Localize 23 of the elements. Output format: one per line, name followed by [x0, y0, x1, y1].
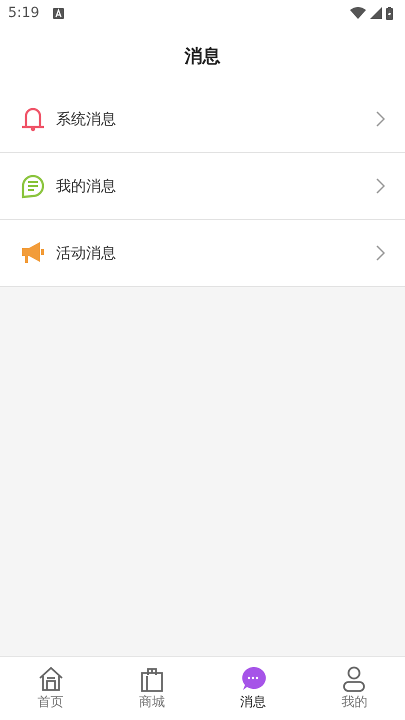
tab-bar-item[interactable]: 商城 — [101, 657, 202, 720]
user-icon — [341, 666, 368, 692]
message-category-item[interactable]: 系统消息 — [0, 86, 405, 153]
chevron-right-icon — [376, 111, 385, 127]
page-title: 消息 — [184, 45, 220, 68]
wifi-icon — [350, 7, 366, 19]
signal-icon — [370, 7, 382, 19]
status-time: 5:19 — [8, 5, 40, 21]
item-label: 我的消息 — [56, 176, 117, 196]
notification-icon — [53, 8, 64, 18]
message-category-item[interactable]: 活动消息 — [0, 220, 405, 287]
battery-icon — [386, 6, 393, 20]
chat-bubble-icon — [240, 666, 266, 692]
tab-bar-item[interactable]: 消息 — [202, 657, 304, 720]
chevron-right-icon — [376, 245, 385, 261]
item-label: 活动消息 — [56, 244, 117, 262]
tab-bar-item[interactable]: 首页 — [0, 657, 102, 720]
tab-bar-item[interactable]: 我的 — [304, 657, 405, 720]
home-icon — [38, 666, 64, 692]
item-label: 系统消息 — [56, 110, 117, 128]
message-category-item[interactable]: 我的消息 — [0, 153, 405, 220]
shopping-bag-icon — [138, 666, 165, 692]
chevron-right-icon — [376, 178, 385, 194]
